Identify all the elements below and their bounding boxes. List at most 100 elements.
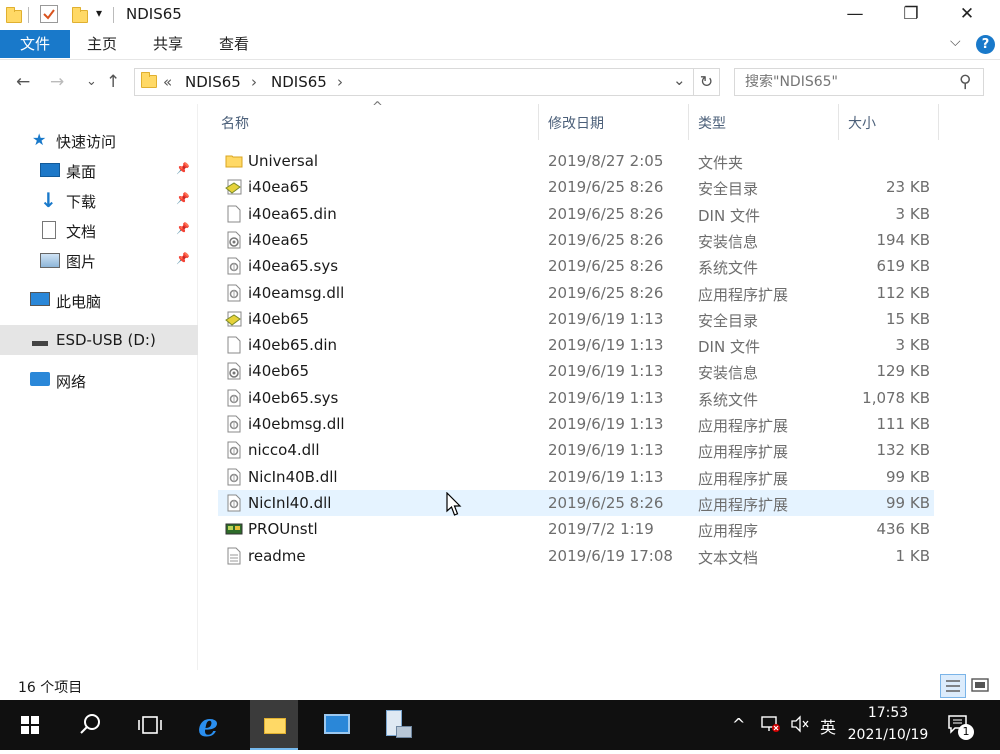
breadcrumb-separator[interactable]: › — [251, 73, 257, 91]
refresh-button[interactable]: ↻ — [694, 68, 720, 96]
tab-home[interactable]: 主页 — [74, 30, 130, 58]
taskbar-file-explorer[interactable] — [250, 700, 298, 750]
file-type: 应用程序扩展 — [698, 469, 789, 488]
show-hidden-icons-button[interactable]: ^ — [732, 715, 745, 734]
file-row[interactable]: i40ea65.din 2019/6/25 8:26 DIN 文件 3 KB — [218, 201, 934, 227]
help-icon[interactable]: ? — [976, 35, 995, 54]
file-row[interactable]: i40eb65.din 2019/6/19 1:13 DIN 文件 3 KB — [218, 332, 934, 358]
taskbar-server-manager[interactable] — [312, 700, 360, 750]
sidebar-item-downloads[interactable]: ↓ 下载 📌 — [0, 186, 198, 214]
file-row[interactable]: i40ebmsg.dll 2019/6/19 1:13 应用程序扩展 111 KB — [218, 411, 934, 437]
pin-icon[interactable]: 📌 — [176, 162, 190, 175]
file-row[interactable]: NicIn40B.dll 2019/6/19 1:13 应用程序扩展 99 KB — [218, 464, 934, 490]
forward-button[interactable]: → — [50, 72, 64, 92]
recent-locations-button[interactable]: ⌄ — [86, 74, 97, 89]
column-divider[interactable] — [688, 104, 689, 140]
tab-view[interactable]: 查看 — [206, 30, 262, 58]
setup-information-icon — [225, 231, 241, 249]
network-status-icon[interactable] — [760, 715, 780, 733]
file-explorer-icon — [264, 718, 286, 734]
volume-muted-icon[interactable] — [790, 715, 810, 733]
quick-access-dropdown-icon[interactable]: ▾ — [96, 6, 102, 20]
file-type: 应用程序扩展 — [698, 443, 789, 462]
search-button[interactable] — [66, 700, 114, 750]
sidebar-item-network[interactable]: 网络 — [0, 366, 198, 394]
sidebar-item-this-pc[interactable]: 此电脑 — [0, 286, 198, 314]
file-row[interactable]: NicInl40.dll 2019/6/25 8:26 应用程序扩展 99 KB — [218, 489, 934, 516]
column-divider[interactable] — [538, 104, 539, 140]
file-row[interactable]: nicco4.dll 2019/6/19 1:13 应用程序扩展 132 KB — [218, 437, 934, 463]
input-method-indicator[interactable]: 英 — [820, 714, 836, 738]
properties-icon[interactable] — [40, 5, 58, 23]
file-name: NicInl40.dll — [248, 493, 332, 512]
sidebar-item-pictures[interactable]: 图片 📌 — [0, 246, 198, 274]
collapse-ribbon-icon[interactable]: ⌵ — [950, 34, 961, 50]
sidebar-item-documents[interactable]: 文档 📌 — [0, 216, 198, 244]
file-row[interactable]: PROUnstl 2019/7/2 1:19 应用程序 436 KB — [218, 516, 934, 542]
back-button[interactable]: ← — [16, 72, 30, 92]
address-bar[interactable]: « NDIS65 › NDIS65 › ⌄ — [134, 68, 694, 96]
file-type: 安装信息 — [698, 364, 759, 383]
search-box[interactable]: ⚲ — [734, 68, 984, 96]
start-button[interactable] — [6, 700, 54, 750]
sidebar-item-label: 此电脑 — [56, 293, 102, 311]
sidebar-item-usb-drive[interactable]: ESD-USB (D:) — [0, 325, 198, 355]
file-row[interactable]: i40eb65 2019/6/19 1:13 安全目录 15 KB — [218, 306, 934, 332]
taskbar-internet-explorer[interactable]: e — [190, 700, 238, 750]
file-size: 129 KB — [876, 362, 930, 381]
file-name: readme — [248, 546, 306, 565]
search-input[interactable] — [745, 74, 945, 90]
close-button[interactable]: ✕ — [944, 0, 990, 30]
pin-icon[interactable]: 📌 — [176, 192, 190, 205]
tab-file[interactable]: 文件 — [0, 30, 70, 58]
pin-icon[interactable]: 📌 — [176, 252, 190, 265]
file-row[interactable]: i40ea65.sys 2019/6/25 8:26 系统文件 619 KB — [218, 253, 934, 279]
file-size: 194 KB — [876, 230, 930, 249]
details-view-button[interactable] — [940, 674, 966, 698]
column-divider[interactable] — [838, 104, 839, 140]
file-row[interactable]: readme 2019/6/19 17:08 文本文档 1 KB — [218, 543, 934, 569]
minimize-button[interactable]: — — [832, 0, 878, 30]
file-row[interactable]: i40ea65 2019/6/25 8:26 安全目录 23 KB — [218, 174, 934, 200]
column-header-size[interactable]: 大小 — [848, 113, 876, 133]
column-divider[interactable] — [938, 104, 939, 140]
task-view-button[interactable] — [126, 700, 174, 750]
file-name: i40ea65 — [248, 230, 309, 249]
system-file-icon — [225, 257, 241, 275]
file-date: 2019/6/25 8:26 — [548, 178, 664, 197]
tab-share[interactable]: 共享 — [140, 30, 196, 58]
breadcrumb-separator[interactable]: › — [337, 73, 343, 91]
file-type: 文件夹 — [698, 154, 744, 172]
sidebar-item-quick-access[interactable]: ★ 快速访问 — [0, 126, 198, 154]
breadcrumb-overflow[interactable]: « — [163, 73, 172, 91]
breadcrumb-item[interactable]: NDIS65 — [271, 73, 327, 91]
up-button[interactable]: ↑ — [106, 72, 120, 92]
clock-time[interactable]: 17:53 — [846, 705, 930, 721]
file-type: 系统文件 — [698, 259, 759, 278]
internet-explorer-icon: e — [198, 706, 219, 744]
large-icons-view-button[interactable] — [970, 676, 990, 694]
column-header-date[interactable]: 修改日期 — [548, 113, 604, 133]
file-row[interactable]: i40eamsg.dll 2019/6/25 8:26 应用程序扩展 112 KB — [218, 280, 934, 306]
clock-date[interactable]: 2021/10/19 — [840, 727, 936, 743]
new-folder-icon[interactable] — [72, 6, 88, 23]
file-row[interactable]: Universal 2019/8/27 2:05 文件夹 — [218, 148, 934, 174]
file-row[interactable]: i40eb65.sys 2019/6/19 1:13 系统文件 1,078 KB — [218, 385, 934, 411]
sidebar-item-desktop[interactable]: 桌面 📌 — [0, 156, 198, 184]
taskbar-app[interactable] — [374, 700, 422, 750]
maximize-button[interactable]: ❐ — [888, 0, 934, 30]
breadcrumb-item[interactable]: NDIS65 — [185, 73, 241, 91]
column-header-name[interactable]: 名称 — [221, 113, 249, 133]
file-row[interactable]: i40ea65 2019/6/25 8:26 安装信息 194 KB — [218, 227, 934, 253]
search-icon[interactable]: ⚲ — [959, 72, 971, 92]
pin-icon[interactable]: 📌 — [176, 222, 190, 235]
file-row[interactable]: i40eb65 2019/6/19 1:13 安装信息 129 KB — [218, 358, 934, 384]
file-date: 2019/6/25 8:26 — [548, 283, 664, 302]
file-type: 应用程序扩展 — [698, 417, 789, 435]
address-dropdown-icon[interactable]: ⌄ — [673, 71, 686, 89]
application-icon — [225, 520, 243, 538]
system-file-icon — [225, 389, 241, 407]
file-name: nicco4.dll — [248, 441, 320, 460]
column-header-type[interactable]: 类型 — [698, 113, 726, 133]
action-center-button[interactable]: 1 — [946, 712, 974, 740]
